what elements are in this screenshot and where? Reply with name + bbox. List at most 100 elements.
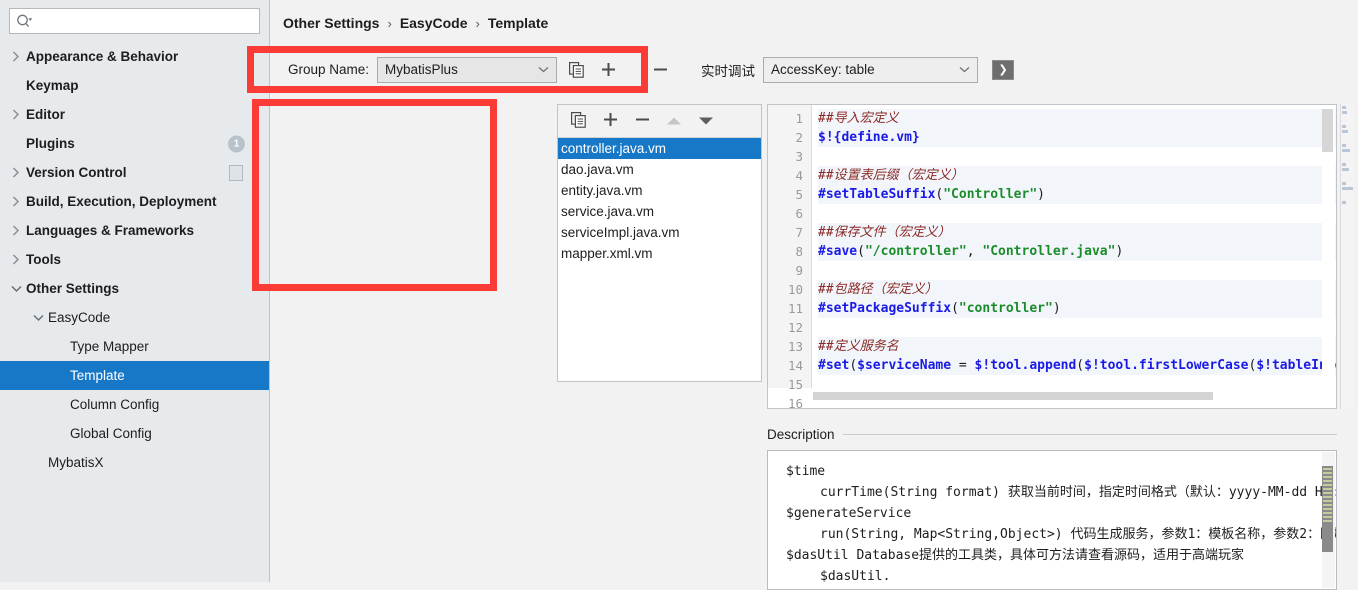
sidebar-item-languages-frameworks[interactable]: Languages & Frameworks (0, 216, 269, 245)
list-item[interactable]: serviceImpl.java.vm (558, 222, 761, 243)
chevron-right-icon[interactable] (8, 252, 24, 268)
list-item[interactable]: mapper.xml.vm (558, 243, 761, 264)
chevron-down-icon[interactable] (8, 281, 24, 297)
editor-minimap[interactable] (1340, 104, 1354, 409)
code-line: #setPackageSuffix("controller") (818, 299, 1336, 318)
search-input[interactable] (9, 8, 260, 34)
sidebar-item-build-execution-deployment[interactable]: Build, Execution, Deployment (0, 187, 269, 216)
sidebar-item-label: Languages & Frameworks (26, 223, 195, 238)
description-line (768, 451, 1336, 461)
sidebar-item-label: Build, Execution, Deployment (26, 194, 217, 209)
code-line: #save("/controller", "Controller.java") (818, 242, 1336, 261)
description-header: Description (767, 424, 1337, 444)
no-arrow (8, 78, 24, 94)
editor-code[interactable]: ##导入宏定义 $!{define.vm} ##设置表后缀（宏定义） #setTab… (812, 105, 1336, 388)
chevron-right-icon[interactable] (8, 49, 24, 65)
description-scroll-thumb[interactable] (1322, 466, 1333, 552)
no-arrow (52, 426, 68, 442)
line-number: 4 (795, 168, 803, 183)
chevron-right-icon[interactable] (8, 194, 24, 210)
description-line: $time (786, 464, 826, 479)
breadcrumb-separator: › (387, 15, 392, 31)
no-arrow (52, 339, 68, 355)
chevron-right-icon[interactable] (8, 165, 24, 181)
chevron-right-icon[interactable] (8, 107, 24, 123)
editor-body: 1 2 3 4 5 6 7 8 9 10 11 12 13 14 15 16 ##导入宏定义 $!{define… (768, 105, 1336, 408)
sidebar-item-type-mapper[interactable]: Type Mapper (0, 332, 269, 361)
chevron-down-icon (538, 67, 549, 73)
template-list-panel: controller.java.vm dao.java.vm entity.java… (557, 104, 762, 382)
editor-vertical-scroll-thumb[interactable] (1322, 109, 1333, 152)
line-number: 11 (787, 301, 803, 316)
sidebar-item-appearance-behavior[interactable]: Appearance & Behavior (0, 42, 269, 71)
settings-content: Other Settings › EasyCode › Template Group N… (270, 0, 1358, 590)
sidebar-item-template[interactable]: Template (0, 361, 269, 390)
group-name-select[interactable]: MybatisPlus (377, 56, 558, 83)
run-debug-button[interactable]: ❯ (992, 59, 1015, 80)
editor-horizontal-scrollbar[interactable] (813, 392, 1322, 400)
editor-gutter: 1 2 3 4 5 6 7 8 9 10 11 12 13 14 15 16 (768, 105, 812, 408)
sidebar-item-global-config[interactable]: Global Config (0, 419, 269, 448)
sidebar-item-column-config[interactable]: Column Config (0, 390, 269, 419)
description-line: $dasUtil Database提供的工具类，具体可方法请查看源码，适用于高端… (786, 548, 1245, 563)
sidebar-item-tools[interactable]: Tools (0, 245, 269, 274)
list-item[interactable]: service.java.vm (558, 201, 761, 222)
sidebar-item-version-control[interactable]: Version Control (0, 158, 269, 187)
template-list-toolbar (558, 105, 761, 138)
line-number: 9 (795, 263, 803, 278)
minus-icon (634, 111, 651, 131)
breadcrumb-item[interactable]: EasyCode (400, 15, 468, 31)
breadcrumb-item[interactable]: Template (488, 15, 548, 31)
code-line: #set($serviceName = $!tool.append($!tool… (818, 356, 1336, 375)
add-group-button[interactable] (595, 57, 621, 83)
sidebar-item-label: Editor (26, 107, 65, 122)
copy-group-button[interactable] (563, 57, 589, 83)
description-scrollbar[interactable] (1322, 452, 1335, 588)
sidebar-item-label: Column Config (70, 397, 160, 412)
settings-window: Appearance & Behavior Keymap Editor Plugins… (0, 0, 1358, 590)
copy-icon (570, 111, 586, 131)
copy-template-button[interactable] (567, 110, 589, 132)
remove-group-button[interactable] (647, 57, 673, 83)
code-line: #setTableSuffix("Controller") (818, 185, 1336, 204)
sidebar-item-label: Template (70, 368, 125, 383)
sidebar-item-label: MybatisX (48, 455, 104, 470)
description-box[interactable]: $time currTime(String format) 获取当前时间，指定时间… (767, 450, 1337, 590)
sidebar-item-label: Keymap (26, 78, 79, 93)
sidebar-item-plugins[interactable]: Plugins 1 (0, 129, 269, 158)
chevron-down-icon (959, 67, 970, 73)
copy-icon (568, 61, 584, 78)
editor-horizontal-scroll-thumb[interactable] (813, 392, 1213, 400)
list-item[interactable]: controller.java.vm (558, 138, 761, 159)
template-list[interactable]: controller.java.vm dao.java.vm entity.java… (558, 138, 761, 264)
sidebar-item-label: Other Settings (26, 281, 120, 296)
sidebar-item-label: Version Control (26, 165, 127, 180)
sidebar-item-other-settings[interactable]: Other Settings (0, 274, 269, 303)
no-arrow (52, 368, 68, 384)
breadcrumb-item[interactable]: Other Settings (283, 15, 379, 31)
sidebar-item-label: Appearance & Behavior (26, 49, 179, 64)
accesskey-select[interactable]: AccessKey: table (763, 56, 979, 83)
move-down-button[interactable] (695, 110, 717, 132)
sidebar-item-mybatisx[interactable]: MybatisX (0, 448, 269, 477)
play-icon: ❯ (998, 64, 1008, 76)
sidebar-item-easycode[interactable]: EasyCode (0, 303, 269, 332)
sidebar-item-label: Plugins (26, 136, 75, 151)
sidebar-item-editor[interactable]: Editor (0, 100, 269, 129)
plus-icon (601, 63, 615, 76)
chevron-down-icon[interactable] (30, 310, 46, 326)
remove-template-button[interactable] (631, 110, 653, 132)
group-name-value: MybatisPlus (385, 62, 458, 77)
sidebar-item-keymap[interactable]: Keymap (0, 71, 269, 100)
list-item[interactable]: entity.java.vm (558, 180, 761, 201)
line-number: 16 (787, 396, 803, 409)
template-editor[interactable]: 1 2 3 4 5 6 7 8 9 10 11 12 13 14 15 16 ##导入宏定义 $!{define… (767, 104, 1337, 409)
add-template-button[interactable] (599, 110, 621, 132)
editor-vertical-scrollbar[interactable] (1322, 106, 1335, 389)
settings-tree[interactable]: Appearance & Behavior Keymap Editor Plugins… (0, 42, 269, 477)
no-arrow (30, 455, 46, 471)
chevron-right-icon[interactable] (8, 223, 24, 239)
list-item[interactable]: dao.java.vm (558, 159, 761, 180)
